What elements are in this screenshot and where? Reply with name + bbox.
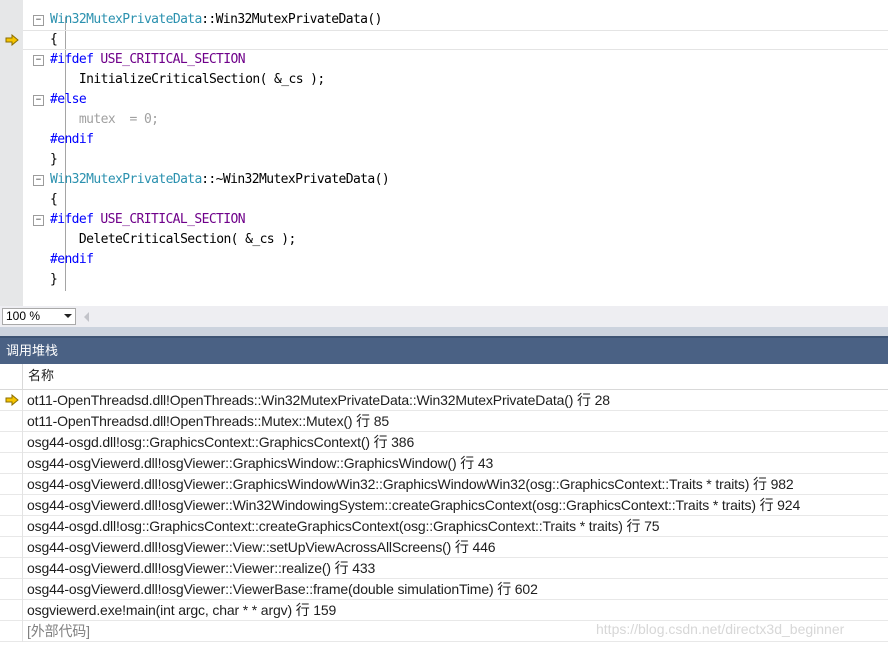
code-line[interactable]: } bbox=[23, 270, 888, 290]
call-stack-frame[interactable]: osg44-osgViewerd.dll!osgViewer::ViewerBa… bbox=[0, 579, 888, 600]
collapse-region-icon[interactable]: − bbox=[33, 15, 44, 26]
code-token: USE_CRITICAL_SECTION bbox=[93, 52, 245, 67]
code-token: { bbox=[50, 192, 58, 207]
code-line[interactable]: − Win32MutexPrivateData::Win32MutexPrivat… bbox=[23, 10, 888, 30]
frame-gutter bbox=[0, 621, 23, 642]
code-line[interactable]: − #ifdef USE_CRITICAL_SECTION bbox=[23, 210, 888, 230]
code-line[interactable]: #endif bbox=[23, 130, 888, 150]
frame-gutter bbox=[0, 432, 23, 453]
code-token: ::Win32MutexPrivateData() bbox=[201, 12, 382, 27]
call-stack-frame[interactable]: osg44-osgViewerd.dll!osgViewer::Win32Win… bbox=[0, 495, 888, 516]
frame-gutter bbox=[0, 579, 23, 600]
call-stack-frame[interactable]: osg44-osgViewerd.dll!osgViewer::Graphics… bbox=[0, 453, 888, 474]
frame-label: osg44-osgViewerd.dll!osgViewer::View::se… bbox=[27, 539, 496, 555]
code-line[interactable]: #endif bbox=[23, 250, 888, 270]
code-token: DeleteCriticalSection( &_cs ); bbox=[50, 232, 296, 247]
call-stack-frame[interactable]: osgviewerd.exe!main(int argc, char * * a… bbox=[0, 600, 888, 621]
collapse-region-icon[interactable]: − bbox=[33, 95, 44, 106]
call-stack-frame[interactable]: osg44-osgd.dll!osg::GraphicsContext::cre… bbox=[0, 516, 888, 537]
frame-label: osg44-osgViewerd.dll!osgViewer::Graphics… bbox=[27, 455, 494, 471]
column-header-name[interactable]: 名称 bbox=[28, 364, 54, 390]
code-token: #ifdef bbox=[50, 52, 94, 67]
call-stack-title[interactable]: 调用堆栈 bbox=[0, 336, 888, 364]
current-frame-arrow-icon bbox=[5, 394, 19, 406]
visual-studio-window: − Win32MutexPrivateData::Win32MutexPrivat… bbox=[0, 0, 888, 647]
glyph-margin[interactable] bbox=[0, 0, 23, 306]
frame-label: osg44-osgViewerd.dll!osgViewer::Win32Win… bbox=[27, 497, 801, 513]
frame-label: osg44-osgViewerd.dll!osgViewer::ViewerBa… bbox=[27, 581, 538, 597]
code-token: USE_CRITICAL_SECTION bbox=[93, 212, 245, 227]
frame-label: ot11-OpenThreadsd.dll!OpenThreads::Win32… bbox=[27, 392, 610, 408]
frame-gutter bbox=[0, 453, 23, 474]
code-line[interactable]: − #else bbox=[23, 90, 888, 110]
call-stack-frame[interactable]: osg44-osgViewerd.dll!osgViewer::Viewer::… bbox=[0, 558, 888, 579]
frame-label: osgviewerd.exe!main(int argc, char * * a… bbox=[27, 602, 337, 618]
zoom-level: 100 % bbox=[6, 309, 41, 323]
call-stack-frame[interactable]: osg44-osgViewerd.dll!osgViewer::View::se… bbox=[0, 537, 888, 558]
frame-gutter bbox=[0, 495, 23, 516]
frame-gutter bbox=[0, 558, 23, 579]
code-area[interactable]: − Win32MutexPrivateData::Win32MutexPrivat… bbox=[23, 0, 888, 306]
scroll-left-arrow-icon[interactable] bbox=[84, 312, 89, 322]
frame-label: osg44-osgd.dll!osg::GraphicsContext::cre… bbox=[27, 518, 660, 534]
code-token: ::~Win32MutexPrivateData() bbox=[201, 172, 390, 187]
watermark: https://blog.csdn.net/directx3d_beginner bbox=[596, 621, 845, 637]
grid-header: 名称 bbox=[0, 364, 888, 390]
collapse-region-icon[interactable]: − bbox=[33, 175, 44, 186]
code-token: #ifdef bbox=[50, 212, 94, 227]
frame-label: osg44-osgd.dll!osg::GraphicsContext::Gra… bbox=[27, 434, 415, 450]
code-token: } bbox=[50, 272, 58, 287]
zoom-dropdown[interactable]: 100 % bbox=[2, 308, 76, 325]
code-line[interactable]: − Win32MutexPrivateData::~Win32MutexPriva… bbox=[23, 170, 888, 190]
collapse-region-icon[interactable]: − bbox=[33, 215, 44, 226]
code-line[interactable]: { bbox=[23, 30, 888, 50]
frame-gutter bbox=[0, 474, 23, 495]
code-line[interactable]: mutex = 0; bbox=[23, 110, 888, 130]
frame-label: ot11-OpenThreadsd.dll!OpenThreads::Mutex… bbox=[27, 413, 390, 429]
editor-status-strip: 100 % bbox=[0, 306, 888, 327]
grid-header-corner bbox=[0, 364, 23, 390]
frame-label: osg44-osgViewerd.dll!osgViewer::Viewer::… bbox=[27, 560, 376, 576]
frame-label: osg44-osgViewerd.dll!osgViewer::Graphics… bbox=[27, 476, 794, 492]
code-line[interactable]: } bbox=[23, 150, 888, 170]
frame-gutter bbox=[0, 390, 23, 411]
frame-label: [外部代码] bbox=[27, 623, 90, 639]
code-token: mutex = 0; bbox=[50, 112, 159, 127]
call-stack-frame[interactable]: ot11-OpenThreadsd.dll!OpenThreads::Win32… bbox=[0, 390, 888, 411]
frame-gutter bbox=[0, 537, 23, 558]
chevron-down-icon bbox=[64, 314, 72, 318]
code-token: #endif bbox=[50, 132, 94, 147]
code-token: #endif bbox=[50, 252, 94, 267]
frame-gutter bbox=[0, 516, 23, 537]
code-line[interactable]: InitializeCriticalSection( &_cs ); bbox=[23, 70, 888, 90]
code-line[interactable]: − #ifdef USE_CRITICAL_SECTION bbox=[23, 50, 888, 70]
collapse-region-icon[interactable]: − bbox=[33, 55, 44, 66]
code-editor[interactable]: − Win32MutexPrivateData::Win32MutexPrivat… bbox=[0, 0, 888, 306]
code-token: Win32MutexPrivateData bbox=[50, 172, 202, 187]
frame-gutter bbox=[0, 411, 23, 432]
current-statement-arrow-icon bbox=[5, 34, 19, 46]
code-token: { bbox=[50, 32, 58, 47]
call-stack-frame[interactable]: osg44-osgViewerd.dll!osgViewer::Graphics… bbox=[0, 474, 888, 495]
call-stack-frame[interactable]: ot11-OpenThreadsd.dll!OpenThreads::Mutex… bbox=[0, 411, 888, 432]
code-token: Win32MutexPrivateData bbox=[50, 12, 202, 27]
code-token: } bbox=[50, 152, 58, 167]
code-line[interactable]: { bbox=[23, 190, 888, 210]
panel-splitter[interactable] bbox=[0, 327, 888, 336]
code-token: #else bbox=[50, 92, 87, 107]
code-token: InitializeCriticalSection( &_cs ); bbox=[50, 72, 325, 87]
call-stack-grid[interactable]: 名称 ot11-OpenThreadsd.dll!OpenThreads::Wi… bbox=[0, 364, 888, 647]
code-line[interactable]: DeleteCriticalSection( &_cs ); bbox=[23, 230, 888, 250]
call-stack-frame[interactable]: osg44-osgd.dll!osg::GraphicsContext::Gra… bbox=[0, 432, 888, 453]
frame-gutter bbox=[0, 600, 23, 621]
